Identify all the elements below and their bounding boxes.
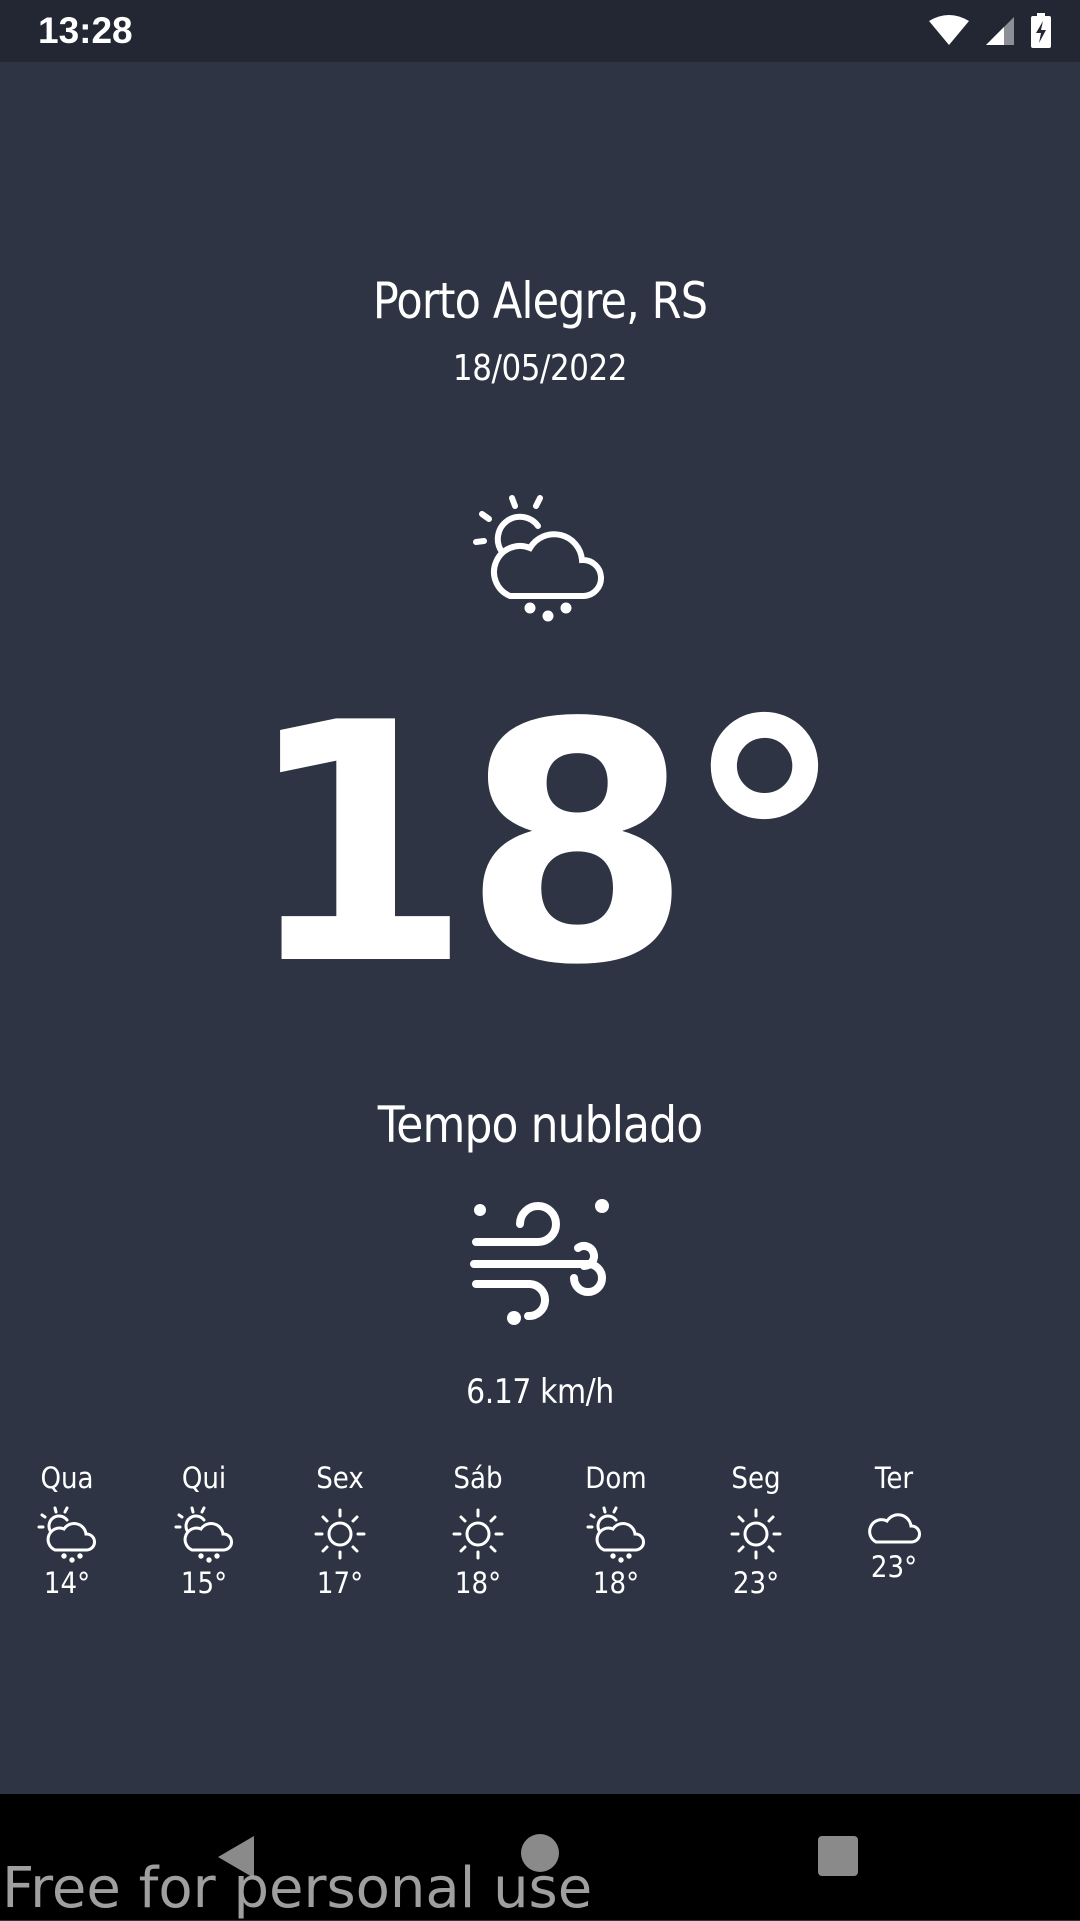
forecast-day: Dom 18° xyxy=(556,1458,676,1600)
forecast-temp: 15° xyxy=(180,1566,228,1600)
sun-icon xyxy=(452,1508,504,1560)
forecast-day-name: Ter xyxy=(874,1461,914,1495)
sun-icon xyxy=(314,1508,366,1560)
forecast-day-name: Qui xyxy=(181,1461,227,1495)
forecast-temp: 18° xyxy=(454,1566,502,1600)
partly-cloudy-rain-icon xyxy=(586,1506,645,1563)
forecast-day: Sex 17° xyxy=(280,1458,400,1600)
forecast-day: Qua 14° xyxy=(7,1458,127,1600)
battery-charging-icon xyxy=(1030,13,1052,49)
partly-cloudy-rain-icon xyxy=(472,490,608,626)
forecast-day: Ter 23° xyxy=(834,1458,954,1584)
partly-cloudy-rain-icon xyxy=(37,1506,96,1563)
wifi-icon xyxy=(928,15,970,47)
sun-icon xyxy=(730,1508,782,1560)
partly-cloudy-rain-icon xyxy=(174,1506,233,1563)
forecast-day: Qui 15° xyxy=(144,1458,264,1600)
wind-speed: 6.17 km/h xyxy=(466,1372,614,1412)
status-bar: 13:28 xyxy=(0,0,1080,62)
signal-icon xyxy=(984,15,1016,47)
wind-icon xyxy=(468,1192,614,1332)
forecast-day-name: Sáb xyxy=(453,1461,503,1495)
weather-condition: Tempo nublado xyxy=(377,1096,703,1154)
forecast-temp: 23° xyxy=(732,1566,780,1600)
forecast-day-name: Sex xyxy=(316,1461,364,1495)
status-icons xyxy=(928,12,1052,50)
forecast-day-name: Dom xyxy=(585,1461,647,1495)
forecast-temp: 23° xyxy=(870,1550,918,1584)
forecast-temp: 17° xyxy=(316,1566,364,1600)
cloud-icon xyxy=(868,1513,921,1544)
current-temperature: 18° xyxy=(242,653,847,1037)
forecast-temp: 14° xyxy=(43,1566,91,1600)
status-time: 13:28 xyxy=(38,10,133,51)
forecast-list: Qua 14° Qui 15° Sex 17° Sáb 18° Dom 18° … xyxy=(0,1458,1080,1618)
forecast-day: Sáb 18° xyxy=(418,1458,538,1600)
watermark: Free for personal use xyxy=(2,1856,593,1921)
current-date: 18/05/2022 xyxy=(452,348,628,389)
city-name: Porto Alegre, RS xyxy=(372,272,708,330)
recents-icon[interactable] xyxy=(818,1836,858,1876)
forecast-day-name: Seg xyxy=(731,1461,781,1495)
forecast-day: Seg 23° xyxy=(696,1458,816,1600)
forecast-temp: 18° xyxy=(592,1566,640,1600)
forecast-day-name: Qua xyxy=(40,1461,94,1495)
